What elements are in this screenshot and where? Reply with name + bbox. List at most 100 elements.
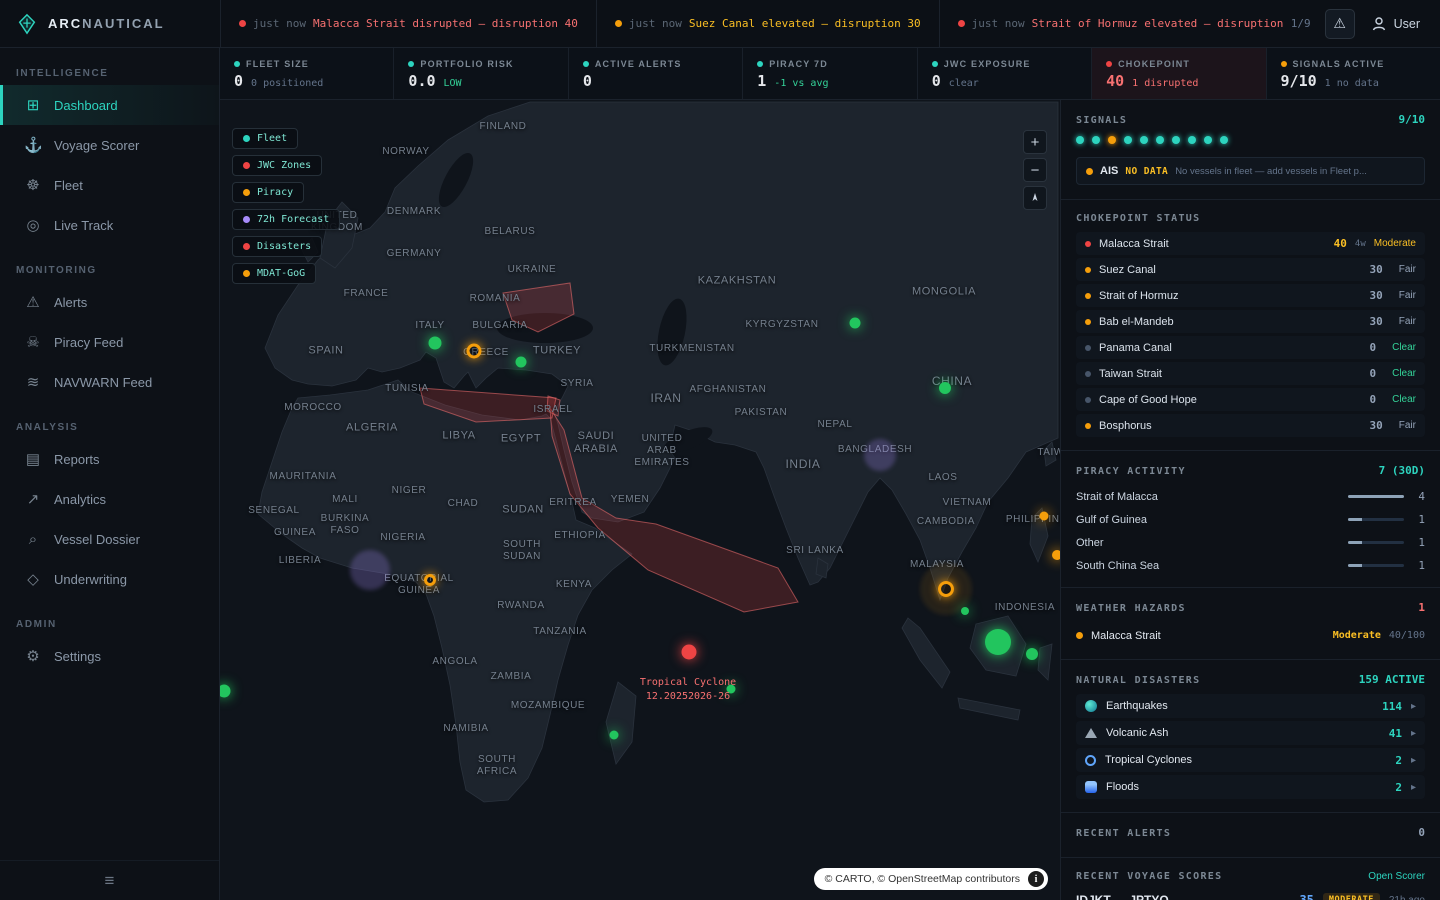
piracy-row[interactable]: South China Sea 1 (1076, 554, 1425, 577)
piracy-list: Strait of Malacca 4 Gulf of Guinea 1 Oth… (1076, 485, 1425, 577)
map-marker[interactable] (610, 731, 619, 740)
chokepoint-row[interactable]: Taiwan Strait 0 Clear (1076, 362, 1425, 385)
sidebar-item[interactable]: ⚠ Alerts (0, 282, 219, 322)
alert-bell-icon: ⚠ (1333, 15, 1346, 32)
weather-row[interactable]: Malacca Strait Moderate 40/100 (1076, 622, 1425, 649)
chokepoint-score: 30 (1370, 263, 1383, 276)
stat-cell[interactable]: ACTIVE ALERTS 0 (569, 48, 743, 99)
map-marker[interactable] (985, 629, 1011, 655)
stat-cell[interactable]: PORTFOLIO RISK 0.0 LOW (394, 48, 568, 99)
stat-label: ACTIVE ALERTS (595, 59, 682, 69)
legend-chip[interactable]: JWC Zones (232, 155, 322, 176)
ticker-time: just now (629, 17, 682, 30)
sidebar-section-title: INTELLIGENCE (16, 68, 219, 79)
chokepoint-row[interactable]: Panama Canal 0 Clear (1076, 336, 1425, 359)
chokepoint-row[interactable]: Suez Canal 30 Fair (1076, 258, 1425, 281)
sidebar-item[interactable]: ⚓ Voyage Scorer (0, 125, 219, 165)
chokepoint-row[interactable]: Strait of Hormuz 30 Fair (1076, 284, 1425, 307)
sidebar-item[interactable]: ↗ Analytics (0, 479, 219, 519)
chokepoint-score: 30 (1370, 315, 1383, 328)
chevron-right-icon: ▸ (1411, 782, 1416, 793)
legend-chip[interactable]: Fleet (232, 128, 298, 149)
chokepoint-row[interactable]: Cape of Good Hope 0 Clear (1076, 388, 1425, 411)
chokepoint-row[interactable]: Malacca Strait 40 4w Moderate (1076, 232, 1425, 255)
map-marker[interactable] (429, 337, 442, 350)
chokepoint-row[interactable]: Bab el-Mandeb 30 Fair (1076, 310, 1425, 333)
ticker-item[interactable]: just now Strait of Hormuz elevated — dis… (939, 0, 1287, 47)
stat-cell[interactable]: JWC EXPOSURE 0 clear (918, 48, 1092, 99)
zoom-out-button[interactable]: − (1023, 158, 1047, 182)
sidebar-item-icon: ↗ (24, 490, 42, 508)
sidebar-item[interactable]: ⚙ Settings (0, 636, 219, 676)
brand[interactable]: ARCNAUTICAL (0, 13, 220, 35)
map-marker[interactable] (1026, 648, 1038, 660)
sidebar-item[interactable]: ☠ Piracy Feed (0, 322, 219, 362)
sidebar-item[interactable]: ≋ NAVWARN Feed (0, 362, 219, 402)
ticker-item[interactable]: just now Malacca Strait disrupted — disr… (220, 0, 596, 47)
piracy-region-count: 4 (1413, 490, 1425, 503)
chokepoint-row[interactable]: Bosphorus 30 Fair (1076, 414, 1425, 437)
chokepoint-score: 0 (1369, 341, 1376, 354)
sidebar-item[interactable]: ◎ Live Track (0, 205, 219, 245)
piracy-row[interactable]: Gulf of Guinea 1 (1076, 508, 1425, 531)
sidebar-item[interactable]: ☸ Fleet (0, 165, 219, 205)
map-marker[interactable] (467, 344, 482, 359)
world-map[interactable]: FINLANDNORWAYDENMARKUNITED KINGDOMBELARU… (220, 100, 1060, 900)
zoom-in-button[interactable]: + (1023, 130, 1047, 154)
stat-dot (1281, 61, 1287, 67)
legend-chip[interactable]: Disasters (232, 236, 322, 257)
recent-alerts-title: RECENT ALERTS (1076, 828, 1171, 839)
signal-dot (1108, 136, 1116, 144)
sidebar-item[interactable]: ◇ Underwriting (0, 559, 219, 599)
map-marker[interactable] (424, 574, 436, 586)
stat-cell[interactable]: CHOKEPOINT 40 1 disrupted (1092, 48, 1266, 99)
legend-chip[interactable]: 72h Forecast (232, 209, 340, 230)
compass-icon (1029, 192, 1041, 204)
piracy-region-count: 1 (1413, 559, 1425, 572)
sidebar-item-icon: ⚓ (24, 136, 42, 154)
sidebar-collapse[interactable]: ≡ (0, 860, 219, 900)
map-marker[interactable] (1052, 550, 1060, 560)
legend-chip[interactable]: MDAT-GoG (232, 263, 316, 284)
disasters-title: NATURAL DISASTERS (1076, 675, 1200, 686)
stat-cell[interactable]: PIRACY 7D 1 -1 vs avg (743, 48, 917, 99)
voyage-route: IDJKT → JPTYO (1076, 893, 1290, 900)
map-marker[interactable] (939, 382, 951, 394)
piracy-row[interactable]: Strait of Malacca 4 (1076, 485, 1425, 508)
alerts-button[interactable]: ⚠ (1325, 9, 1355, 39)
legend-chip[interactable]: Piracy (232, 182, 304, 203)
map-marker[interactable] (850, 318, 861, 329)
locate-button[interactable] (1023, 186, 1047, 210)
sidebar-section-intelligence: INTELLIGENCE ⊞ Dashboard ⚓ Voyage Scorer… (0, 68, 219, 245)
piracy-row[interactable]: Other 1 (1076, 531, 1425, 554)
map-marker[interactable] (516, 357, 527, 368)
disaster-row[interactable]: Earthquakes 114 ▸ (1076, 694, 1425, 718)
disaster-row[interactable]: Floods 2 ▸ (1076, 775, 1425, 799)
map-marker[interactable] (682, 645, 697, 660)
sidebar-item[interactable]: ⌕ Vessel Dossier (0, 519, 219, 559)
sidebar-item[interactable]: ⊞ Dashboard (0, 85, 219, 125)
user-menu[interactable]: User (1371, 16, 1420, 32)
map-marker[interactable] (1040, 512, 1049, 521)
stat-cell[interactable]: SIGNALS ACTIVE 9/10 1 no data (1267, 48, 1440, 99)
sidebar-item[interactable]: ▤ Reports (0, 439, 219, 479)
ais-status-row[interactable]: AIS NO DATA No vessels in fleet — add ve… (1076, 157, 1425, 185)
open-scorer-link[interactable]: Open Scorer (1368, 871, 1425, 882)
user-icon (1371, 16, 1387, 32)
chokepoint-dot (1085, 397, 1091, 403)
ticker-item[interactable]: just now Suez Canal elevated — disruptio… (596, 0, 939, 47)
sidebar-item-icon: ≋ (24, 373, 42, 391)
map-marker[interactable] (961, 607, 969, 615)
chokepoint-status: Clear (1392, 342, 1416, 353)
voyage-row[interactable]: IDJKT → JPTYO 35 MODERATE 21h ago (1076, 890, 1425, 900)
disaster-row[interactable]: Tropical Cyclones 2 ▸ (1076, 748, 1425, 772)
stat-cell[interactable]: FLEET SIZE 0 0 positioned (220, 48, 394, 99)
legend-label: JWC Zones (257, 160, 311, 171)
stat-dot (932, 61, 938, 67)
info-icon[interactable]: i (1028, 871, 1044, 887)
disaster-row[interactable]: Volcanic Ash 41 ▸ (1076, 721, 1425, 745)
map-marker[interactable] (938, 581, 954, 597)
piracy-region-count: 1 (1413, 536, 1425, 549)
sidebar-item-label: Settings (54, 649, 101, 664)
signal-dot (1124, 136, 1132, 144)
